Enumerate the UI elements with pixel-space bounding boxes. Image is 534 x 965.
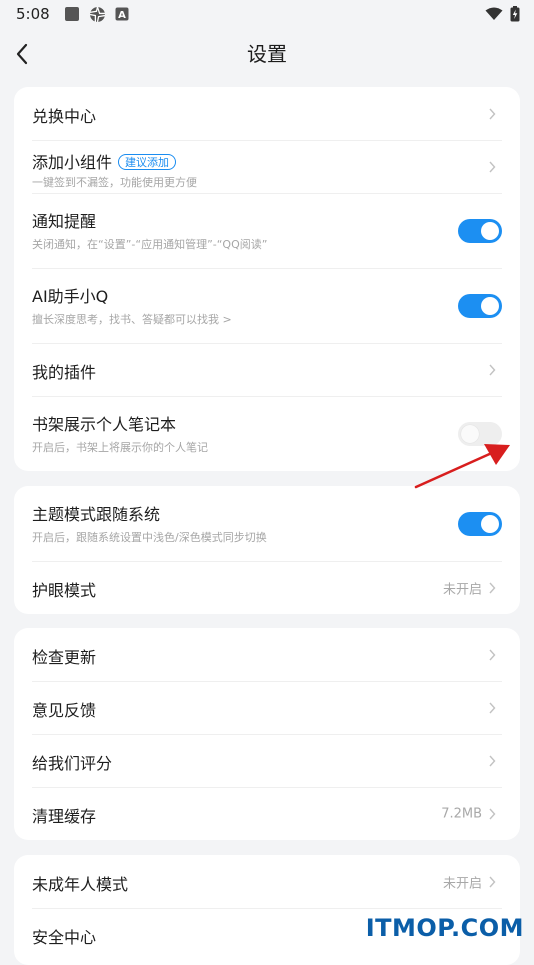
row-subtitle: 开启后，跟随系统设置中浅色/深色模式同步切换 [32,531,267,544]
row-title: 意见反馈 [32,701,97,720]
status-bar: 5:08 A [0,0,534,28]
settings-group-4: 未成年人模式 未开启 安全中心 [14,855,520,965]
row-subtitle[interactable]: 擅长深度思考，找书、答疑都可以找我 > [32,311,232,327]
theme-follow-toggle[interactable] [458,511,502,536]
row-add-widget[interactable]: 添加小组件 建议添加 一键签到不漏签，功能使用更方便 [14,140,520,193]
annotation-arrow-icon [414,444,510,489]
svg-text:A: A [118,10,126,21]
square-icon [64,7,79,21]
row-check-update[interactable]: 检查更新 [14,628,520,681]
row-minor-mode[interactable]: 未成年人模式 未开启 [14,855,520,908]
row-title: 兑换中心 [32,107,97,126]
row-eye-protection[interactable]: 护眼模式 未开启 [14,561,520,614]
ai-assistant-toggle[interactable] [458,293,502,318]
chevron-right-icon [489,649,496,660]
row-title: 安全中心 [32,928,97,947]
chevron-right-icon [489,161,496,172]
row-title: 检查更新 [32,648,97,667]
aperture-icon [89,6,105,22]
row-title: 未成年人模式 [32,875,129,894]
row-title: 书架展示个人笔记本 [32,415,177,434]
settings-group-2: 主题模式跟随系统 开启后，跟随系统设置中浅色/深色模式同步切换 护眼模式 未开启 [14,486,520,614]
chevron-right-icon [489,108,496,119]
row-title: 我的插件 [32,363,97,382]
row-value: 7.2MB [441,806,482,821]
toggle-knob [481,514,499,533]
row-ai-assistant: AI助手小Q 擅长深度思考，找书、答疑都可以找我 > [14,268,520,343]
row-title: 通知提醒 [32,212,97,231]
chevron-right-icon [489,582,496,593]
row-value: 未开启 [442,876,482,891]
page-title: 设置 [247,42,287,66]
battery-charging-icon [510,6,520,22]
chevron-right-icon [489,702,496,713]
row-value: 未开启 [442,582,482,597]
chevron-right-icon [489,808,496,819]
row-title: 清理缓存 [32,807,97,826]
row-my-plugins[interactable]: 我的插件 [14,343,520,396]
row-title: AI助手小Q [32,287,109,306]
row-subtitle: 关闭通知，在“设置”-“应用通知管理”-“QQ阅读” [32,238,268,251]
row-theme-follow-system: 主题模式跟随系统 开启后，跟随系统设置中浅色/深色模式同步切换 [14,486,520,561]
row-redeem-center[interactable]: 兑换中心 [14,87,520,140]
suggest-badge: 建议添加 [118,154,177,170]
row-clear-cache[interactable]: 清理缓存 7.2MB [14,787,520,840]
a-box-icon: A [115,7,129,21]
chevron-right-icon [489,364,496,375]
settings-group-1: 兑换中心 添加小组件 建议添加 一键签到不漏签，功能使用更方便 通知提醒 关闭通知… [14,87,520,471]
row-feedback[interactable]: 意见反馈 [14,681,520,734]
row-title: 主题模式跟随系统 [32,505,161,524]
row-subtitle: 一键签到不漏签，功能使用更方便 [32,176,197,189]
row-rate-us[interactable]: 给我们评分 [14,734,520,787]
notification-toggle[interactable] [458,218,502,243]
row-title: 添加小组件 建议添加 [32,149,177,173]
settings-group-3: 检查更新 意见反馈 给我们评分 清理缓存 7.2MB [14,628,520,840]
row-title: 护眼模式 [32,581,97,600]
chevron-right-icon [489,755,496,766]
status-time: 5:08 [16,5,50,23]
chevron-right-icon [489,876,496,887]
toggle-knob [481,296,499,315]
nav-bar: 设置 [0,28,534,80]
row-title: 给我们评分 [32,754,113,773]
toggle-knob [481,221,499,240]
wifi-icon [485,7,503,20]
watermark: ITMOP.COM [365,914,524,942]
row-subtitle: 开启后，书架上将展示你的个人笔记 [32,441,208,454]
row-notification: 通知提醒 关闭通知，在“设置”-“应用通知管理”-“QQ阅读” [14,193,520,268]
